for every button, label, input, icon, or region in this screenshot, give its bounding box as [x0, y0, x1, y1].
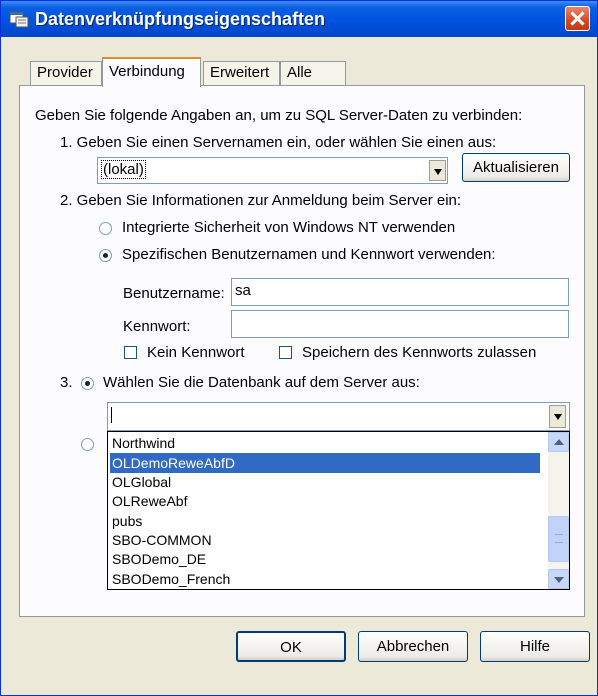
list-item[interactable]: OLReweAbf — [110, 491, 540, 511]
database-dropdown-list[interactable]: Northwind OLDemoReweAbfD OLGlobal OLRewe… — [107, 431, 570, 590]
save-password-label: Speichern des Kennworts zulassen — [302, 344, 537, 361]
tab-provider[interactable]: Provider — [30, 61, 102, 85]
list-scrollbar[interactable] — [548, 432, 569, 589]
close-button[interactable] — [565, 6, 590, 31]
scroll-up-button[interactable] — [548, 432, 569, 452]
radio-specific-credentials[interactable] — [99, 249, 112, 262]
no-password-label: Kein Kennwort — [147, 344, 245, 361]
window-title: Datenverknüpfungseigenschaften — [35, 9, 326, 29]
step3-label: Wählen Sie die Datenbank auf dem Server … — [103, 374, 420, 391]
list-item[interactable]: pubs — [110, 511, 540, 531]
tab-erweitert[interactable]: Erweitert — [203, 61, 280, 85]
scroll-thumb[interactable] — [548, 516, 569, 562]
server-dropdown-button[interactable] — [429, 160, 446, 181]
ok-button[interactable]: OK — [236, 631, 346, 662]
radio-integrated-label: Integrierte Sicherheit von Windows NT ve… — [122, 219, 456, 236]
save-password-checkbox[interactable] — [279, 346, 292, 359]
title-bar[interactable]: Datenverknüpfungseigenschaften — [1, 1, 597, 37]
tab-verbindung[interactable]: Verbindung — [102, 57, 201, 87]
data-link-icon — [9, 11, 29, 28]
database-dropdown-button[interactable] — [549, 405, 566, 428]
radio-attach-database[interactable] — [81, 438, 94, 451]
list-item-selected[interactable]: OLDemoReweAbfD — [110, 453, 540, 473]
step2-label: 2. Geben Sie Informationen zur Anmeldung… — [60, 192, 462, 209]
step3-number: 3. — [60, 374, 73, 391]
server-combobox[interactable]: (lokal) — [97, 157, 448, 184]
help-button[interactable]: Hilfe — [480, 631, 590, 662]
list-item[interactable]: OLGlobal — [110, 472, 540, 492]
list-item[interactable]: SBO-COMMON — [110, 530, 540, 550]
password-label: Kennwort: — [123, 318, 191, 335]
list-item[interactable]: SBODemo_DE — [110, 549, 540, 569]
dialog-window: Datenverknüpfungseigenschaften Provider … — [0, 0, 598, 696]
step1-label: 1. Geben Sie einen Servernamen ein, oder… — [60, 134, 497, 151]
intro-text: Geben Sie folgende Angaben an, um zu SQL… — [35, 107, 523, 124]
server-value: (lokal) — [101, 160, 146, 179]
scroll-down-button[interactable] — [548, 569, 569, 589]
cancel-button[interactable]: Abbrechen — [358, 631, 468, 662]
username-input[interactable]: sa — [231, 278, 569, 306]
username-label: Benutzername: — [123, 285, 225, 302]
database-combobox[interactable] — [107, 402, 570, 431]
radio-specific-label: Spezifischen Benutzernamen und Kennwort … — [122, 246, 496, 263]
radio-integrated-security[interactable] — [99, 222, 112, 235]
database-value — [111, 407, 112, 424]
password-input[interactable] — [231, 310, 569, 338]
list-item[interactable]: SBODemo_French — [110, 569, 540, 589]
list-item[interactable]: Northwind — [110, 433, 540, 453]
radio-select-database[interactable] — [81, 377, 94, 390]
tab-alle[interactable]: Alle — [280, 61, 346, 85]
no-password-checkbox[interactable] — [124, 346, 137, 359]
refresh-button[interactable]: Aktualisieren — [462, 153, 570, 182]
